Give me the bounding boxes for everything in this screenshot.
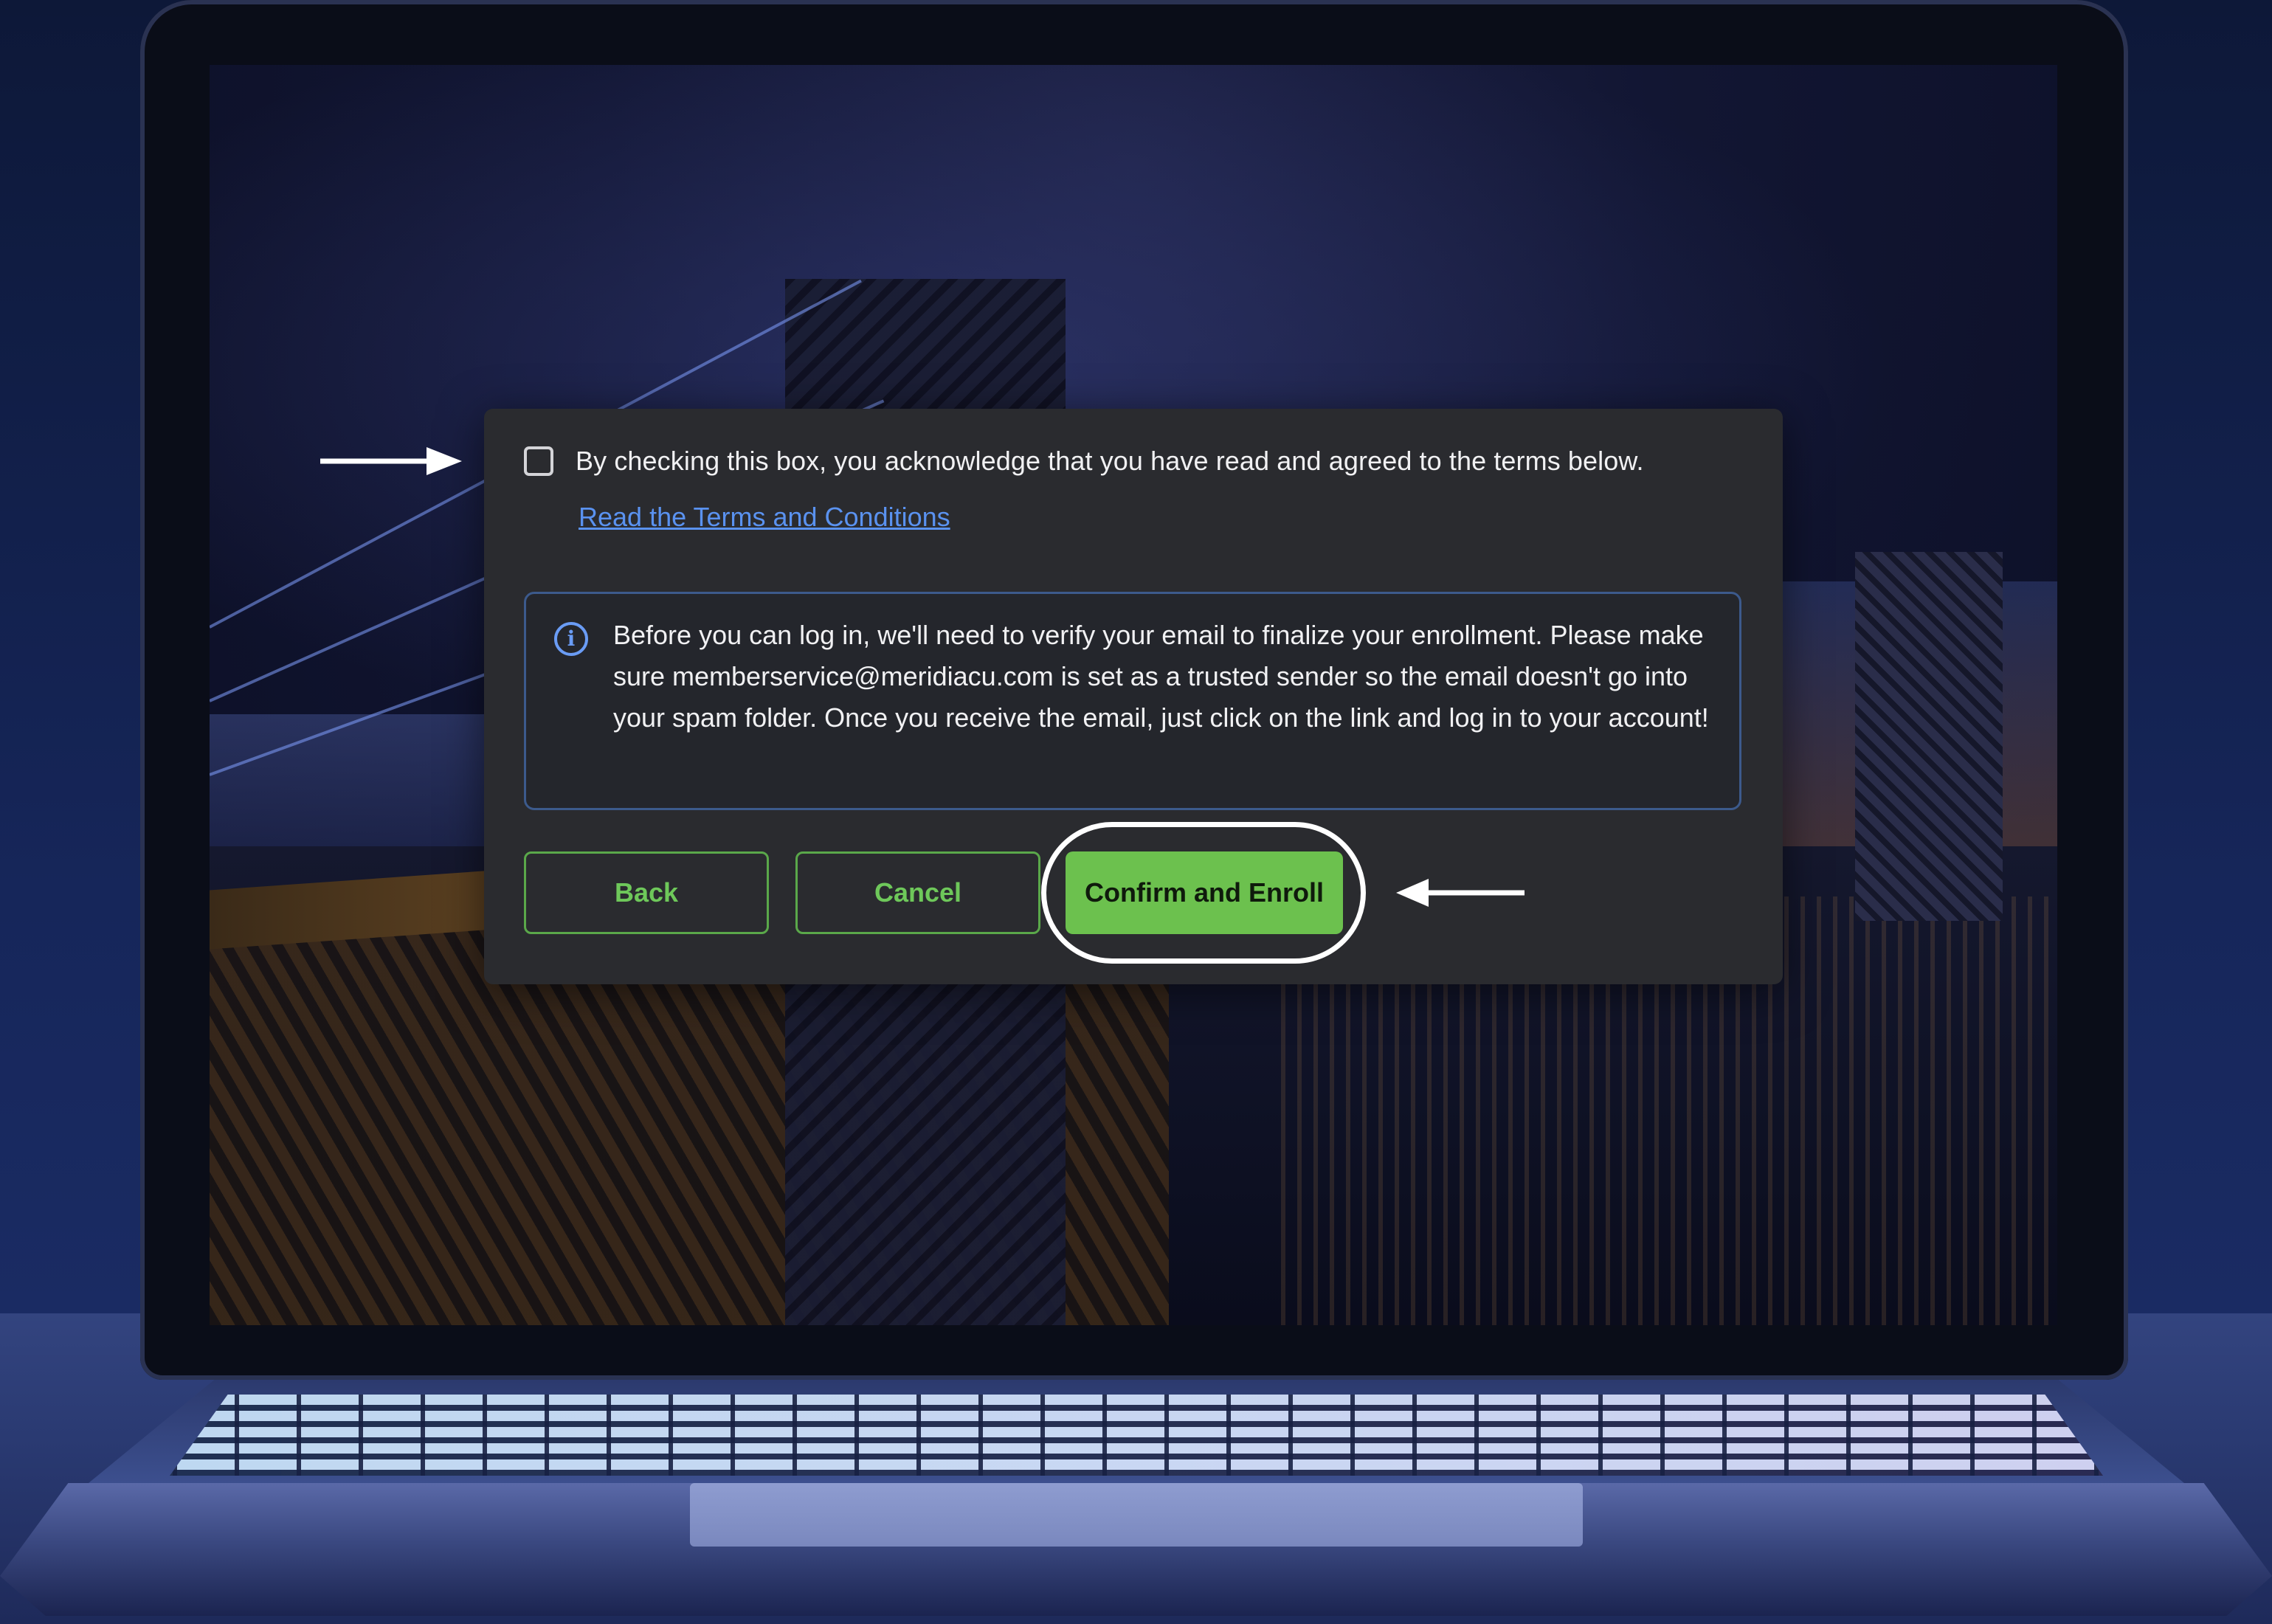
arrow-left-icon — [1396, 879, 1525, 907]
backlit-keyboard — [170, 1395, 2103, 1476]
email-verification-notice: i Before you can log in, we'll need to v… — [524, 592, 1741, 810]
back-button[interactable]: Back — [524, 851, 769, 934]
scene: By checking this box, you acknowledge th… — [0, 0, 2272, 1624]
trackpad — [690, 1483, 1583, 1547]
confirm-and-enroll-button[interactable]: Confirm and Enroll — [1066, 851, 1343, 934]
info-circle-icon: i — [554, 622, 588, 656]
terms-acknowledgement-text: By checking this box, you acknowledge th… — [576, 446, 1644, 476]
terms-checkbox[interactable] — [524, 446, 553, 476]
email-verification-message: Before you can log in, we'll need to ver… — [613, 620, 1709, 733]
terms-conditions-link[interactable]: Read the Terms and Conditions — [579, 502, 950, 533]
terms-acknowledgement-row: By checking this box, you acknowledge th… — [524, 446, 1644, 477]
bridge-tower-distant — [1855, 552, 2003, 921]
cancel-button[interactable]: Cancel — [795, 851, 1040, 934]
enrollment-confirm-dialog: By checking this box, you acknowledge th… — [484, 409, 1783, 984]
arrow-right-icon — [320, 447, 462, 475]
